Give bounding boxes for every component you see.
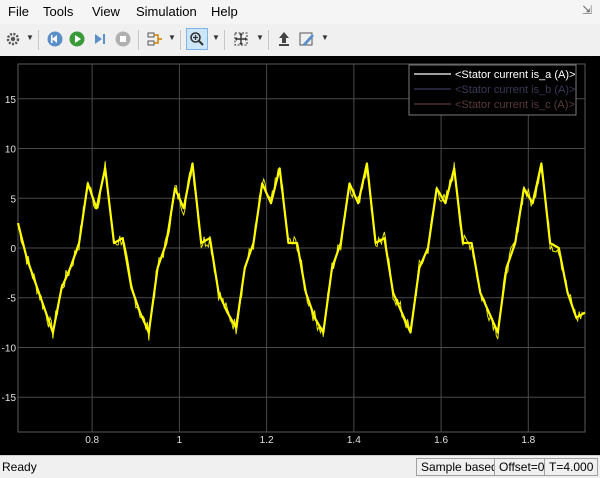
menu-tools[interactable]: Tools	[43, 4, 73, 19]
chevron-down-icon[interactable]: ▼	[256, 33, 264, 42]
y-tick-label: -5	[7, 294, 16, 305]
scope-display: 0.8 1 1.2 1.4 1.6 1.8 15 10 5 0 -5 -10 -15 <Stator c…	[0, 56, 600, 455]
status-time: T=4.000	[544, 458, 599, 476]
style-icon[interactable]	[296, 28, 318, 50]
run-icon[interactable]	[66, 28, 88, 50]
step-back-icon[interactable]	[44, 28, 66, 50]
x-tick-label: 1.6	[434, 435, 448, 446]
menu-file[interactable]: File	[8, 4, 29, 19]
toolbar-separator	[38, 30, 39, 50]
y-tick-label: -10	[2, 343, 17, 354]
chevron-down-icon[interactable]: ▼	[212, 33, 220, 42]
status-ready: Ready	[2, 460, 37, 474]
menu-bar: File Tools View Simulation Help ⇲	[0, 0, 600, 24]
y-tick-label: 15	[5, 95, 17, 106]
status-offset: Offset=0	[494, 458, 550, 476]
zoom-in-icon[interactable]	[186, 28, 208, 50]
y-tick-label: -15	[2, 393, 17, 404]
toolbar-separator	[180, 30, 181, 50]
step-forward-icon[interactable]	[89, 28, 111, 50]
pin-icon[interactable]: ⇲	[582, 3, 592, 17]
x-tick-label: 1.8	[521, 435, 535, 446]
y-tick-label: 10	[5, 145, 17, 156]
menu-simulation[interactable]: Simulation	[136, 4, 197, 19]
stop-icon[interactable]	[112, 28, 134, 50]
status-sample-mode: Sample based	[416, 458, 503, 476]
x-tick-label: 1.2	[260, 435, 274, 446]
legend: <Stator current is_a (A)> <Stator curren…	[408, 64, 577, 116]
chevron-down-icon[interactable]: ▼	[168, 33, 176, 42]
legend-label-b: <Stator current is_b (A)>	[455, 84, 575, 96]
highlight-block-icon[interactable]	[273, 28, 295, 50]
chevron-down-icon[interactable]: ▼	[26, 33, 34, 42]
legend-label-a: <Stator current is_a (A)>	[455, 69, 575, 81]
toolbar-separator	[268, 30, 269, 50]
toolbar-separator	[138, 30, 139, 50]
menu-view[interactable]: View	[92, 4, 120, 19]
menu-help[interactable]: Help	[211, 4, 238, 19]
x-tick-label: 1.4	[347, 435, 361, 446]
toolbar: ▼ ▼ ▼ ▼ ▼	[0, 24, 600, 57]
y-tick-label: 0	[10, 244, 16, 255]
chevron-down-icon[interactable]: ▼	[321, 33, 329, 42]
toolbar-separator	[224, 30, 225, 50]
x-tick-label: 1	[177, 435, 183, 446]
signal-select-icon[interactable]	[144, 28, 166, 50]
fit-to-view-icon[interactable]	[230, 28, 252, 50]
legend-label-c: <Stator current is_c (A)>	[455, 99, 575, 111]
y-tick-label: 5	[10, 194, 16, 205]
status-bar: Ready Sample based Offset=0 T=4.000	[0, 455, 600, 478]
x-tick-label: 0.8	[85, 435, 99, 446]
gear-icon[interactable]	[2, 28, 24, 50]
scope-plot: 0.8 1 1.2 1.4 1.6 1.8 15 10 5 0 -5 -10 -15 <Stator c…	[2, 63, 586, 446]
